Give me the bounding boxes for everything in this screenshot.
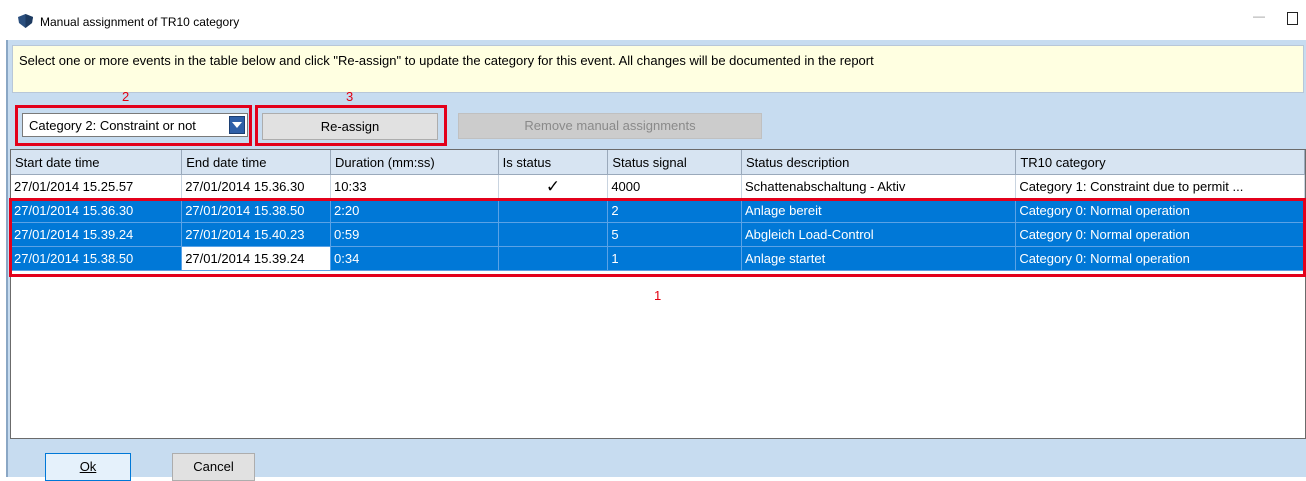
cell-is-status[interactable] (498, 222, 609, 247)
cell-duration[interactable]: 2:20 (330, 198, 499, 223)
cell-duration[interactable]: 0:59 (330, 222, 499, 247)
cell-start[interactable]: 27/01/2014 15.38.50 (11, 246, 183, 271)
cell-end[interactable]: 27/01/2014 15.38.50 (181, 198, 332, 223)
title-bar: Manual assignment of TR10 category — (0, 0, 1306, 40)
cell-end-focused[interactable]: 27/01/2014 15.39.24 (181, 246, 332, 271)
column-header-duration[interactable]: Duration (mm:ss) (330, 150, 499, 175)
table-row[interactable]: 27/01/2014 15.39.24 27/01/2014 15.40.23 … (11, 222, 1305, 247)
maximize-icon[interactable] (1287, 12, 1298, 25)
cell-description[interactable]: Abgleich Load-Control (741, 222, 1017, 247)
cell-duration[interactable]: 0:34 (330, 246, 499, 271)
chevron-down-icon[interactable] (229, 116, 245, 134)
cell-description[interactable]: Anlage bereit (741, 198, 1017, 223)
cell-category[interactable]: Category 0: Normal operation (1015, 246, 1305, 271)
cell-start[interactable]: 27/01/2014 15.25.57 (11, 174, 183, 199)
annotation-1: 1 (654, 288, 662, 303)
category-dropdown-value: Category 2: Constraint or not (29, 118, 196, 133)
category-dropdown[interactable]: Category 2: Constraint or not (22, 113, 248, 137)
cell-is-status[interactable] (498, 246, 609, 271)
minimize-icon[interactable]: — (1253, 9, 1265, 23)
cell-description[interactable]: Anlage startet (741, 246, 1017, 271)
column-header-status-description[interactable]: Status description (741, 150, 1017, 175)
window-title: Manual assignment of TR10 category (40, 15, 240, 29)
column-header-tr10-category[interactable]: TR10 category (1015, 150, 1305, 175)
annotation-2: 2 (122, 89, 130, 104)
cell-category[interactable]: Category 0: Normal operation (1015, 222, 1305, 247)
cell-is-status[interactable]: ✓ (498, 174, 609, 199)
ok-button-label: Ok (79, 459, 97, 474)
cell-end[interactable]: 27/01/2014 15.40.23 (181, 222, 332, 247)
annotation-3: 3 (346, 89, 354, 104)
column-header-status-signal[interactable]: Status signal (607, 150, 742, 175)
app-shield-icon (18, 14, 33, 28)
cell-category[interactable]: Category 0: Normal operation (1015, 198, 1305, 223)
cell-start[interactable]: 27/01/2014 15.36.30 (11, 198, 183, 223)
table-row[interactable]: 27/01/2014 15.38.50 27/01/2014 15.39.24 … (11, 246, 1305, 271)
cell-category[interactable]: Category 1: Constraint due to permit ... (1015, 174, 1305, 199)
table-row[interactable]: 27/01/2014 15.25.57 27/01/2014 15.36.30 … (11, 174, 1305, 199)
remove-manual-assignments-button[interactable]: Remove manual assignments (458, 113, 762, 139)
cell-duration[interactable]: 10:33 (330, 174, 499, 199)
cell-start[interactable]: 27/01/2014 15.39.24 (11, 222, 183, 247)
cell-description[interactable]: Schattenabschaltung - Aktiv (741, 174, 1017, 199)
info-text: Select one or more events in the table b… (19, 53, 874, 68)
info-banner: Select one or more events in the table b… (12, 45, 1304, 93)
cell-signal[interactable]: 2 (607, 198, 742, 223)
cell-end[interactable]: 27/01/2014 15.36.30 (181, 174, 332, 199)
column-header-end[interactable]: End date time (181, 150, 332, 175)
cell-signal[interactable]: 5 (607, 222, 742, 247)
table-header-row: Start date time End date time Duration (… (11, 150, 1305, 175)
cell-signal[interactable]: 4000 (607, 174, 742, 199)
table-row[interactable]: 27/01/2014 15.36.30 27/01/2014 15.38.50 … (11, 198, 1305, 223)
column-header-is-status[interactable]: Is status (498, 150, 609, 175)
cell-is-status[interactable] (498, 198, 609, 223)
column-header-start[interactable]: Start date time (11, 150, 183, 175)
checkmark-icon: ✓ (545, 176, 561, 196)
cell-signal[interactable]: 1 (607, 246, 742, 271)
reassign-button[interactable]: Re-assign (262, 113, 438, 140)
